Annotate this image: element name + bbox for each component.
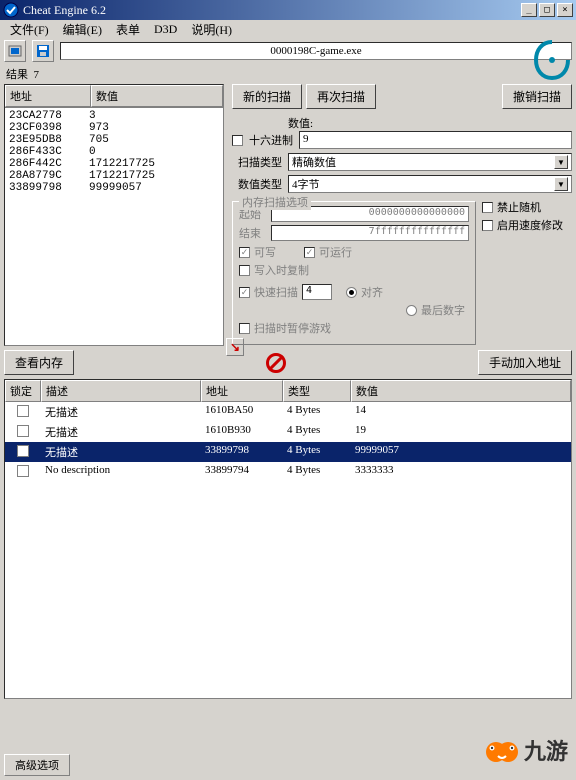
add-to-list-button[interactable]: ↘ [226, 338, 244, 356]
pause-checkbox[interactable] [239, 323, 250, 334]
table-row[interactable]: 无描述 1610BA50 4 Bytes 14 [5, 402, 571, 422]
prohibit-icon[interactable] [266, 353, 286, 373]
process-name: 0000198C-game.exe [60, 42, 572, 60]
table-row[interactable]: No description 33899794 4 Bytes 3333333 [5, 462, 571, 480]
save-button[interactable] [32, 40, 54, 62]
lock-checkbox[interactable] [17, 465, 29, 477]
no-random-checkbox[interactable] [482, 202, 493, 213]
fast-scan-checkbox[interactable]: ✓ [239, 287, 250, 298]
menu-edit[interactable]: 编辑(E) [57, 20, 108, 39]
found-row[interactable]: 23E95DB8705 [5, 134, 223, 146]
col-type[interactable]: 类型 [283, 380, 351, 402]
found-row[interactable]: 28A8779C1712217725 [5, 170, 223, 182]
open-process-button[interactable] [4, 40, 26, 62]
menubar: 文件(F) 编辑(E) 表单 D3D 说明(H) [0, 20, 576, 38]
chevron-down-icon: ▼ [554, 155, 568, 169]
lock-checkbox[interactable] [17, 405, 29, 417]
end-input[interactable]: 7fffffffffffffff [271, 225, 469, 241]
hex-checkbox[interactable] [232, 135, 243, 146]
close-button[interactable]: × [557, 3, 573, 17]
jiuyou-logo-icon [484, 732, 520, 768]
advanced-options-button[interactable]: 高级选项 [4, 754, 70, 776]
col-value[interactable]: 数值 [91, 85, 223, 107]
scan-type-select[interactable]: 精确数值▼ [288, 153, 572, 171]
toolbar: 0000198C-game.exe [0, 38, 576, 64]
chevron-down-icon: ▼ [554, 177, 568, 191]
maximize-button[interactable]: □ [539, 3, 555, 17]
col-address[interactable]: 地址 [5, 85, 91, 107]
end-label: 结束 [239, 225, 267, 241]
menu-d3d[interactable]: D3D [148, 21, 183, 38]
view-memory-button[interactable]: 查看内存 [4, 350, 74, 375]
found-row[interactable]: 23CA27783 [5, 110, 223, 122]
executable-checkbox[interactable]: ✓ [304, 247, 315, 258]
lock-checkbox[interactable] [17, 445, 29, 457]
table-row[interactable]: 无描述 1610B930 4 Bytes 19 [5, 422, 571, 442]
value-type-select[interactable]: 4字节▼ [288, 175, 572, 193]
table-row[interactable]: 无描述 33899798 4 Bytes 99999057 [5, 442, 571, 462]
new-scan-button[interactable]: 新的扫描 [232, 84, 302, 109]
found-row[interactable]: 23CF0398973 [5, 122, 223, 134]
value-label: 数值: [288, 115, 313, 131]
next-scan-button[interactable]: 再次扫描 [306, 84, 376, 109]
found-row[interactable]: 286F433C0 [5, 146, 223, 158]
cheat-engine-logo-icon [532, 38, 572, 82]
value-input[interactable]: 9 [299, 131, 572, 149]
fast-scan-input[interactable]: 4 [302, 284, 332, 300]
col-lock[interactable]: 锁定 [5, 380, 41, 402]
add-manual-button[interactable]: 手动加入地址 [478, 350, 572, 375]
hex-label: 十六进制 [249, 132, 293, 148]
found-row[interactable]: 3389979899999057 [5, 182, 223, 194]
titlebar: Cheat Engine 6.2 _ □ × [0, 0, 576, 20]
address-table[interactable]: 锁定 描述 地址 类型 数值 无描述 1610BA50 4 Bytes 14 无… [4, 379, 572, 699]
menu-table[interactable]: 表单 [110, 20, 146, 39]
scan-type-label: 扫描类型 [232, 154, 282, 170]
lock-checkbox[interactable] [17, 425, 29, 437]
found-list[interactable]: 地址 数值 23CA2778323CF039897323E95DB8705286… [4, 84, 224, 346]
app-icon [3, 2, 19, 18]
col-addr[interactable]: 地址 [201, 380, 283, 402]
col-desc[interactable]: 描述 [41, 380, 201, 402]
col-val[interactable]: 数值 [351, 380, 571, 402]
memory-scan-options: 内存扫描选项 起始 0000000000000000 结束 7fffffffff… [232, 201, 476, 345]
window-title: Cheat Engine 6.2 [23, 3, 521, 18]
cow-checkbox[interactable] [239, 265, 250, 276]
results-label: 结果 7 [0, 64, 576, 84]
speedhack-checkbox[interactable] [482, 220, 493, 231]
menu-help[interactable]: 说明(H) [185, 20, 238, 39]
last-digit-radio[interactable] [406, 305, 417, 316]
found-row[interactable]: 286F442C1712217725 [5, 158, 223, 170]
align-radio[interactable] [346, 287, 357, 298]
minimize-button[interactable]: _ [521, 3, 537, 17]
undo-scan-button[interactable]: 撤销扫描 [502, 84, 572, 109]
writable-checkbox[interactable]: ✓ [239, 247, 250, 258]
value-type-label: 数值类型 [232, 176, 282, 192]
watermark: 九游 [484, 732, 568, 768]
menu-file[interactable]: 文件(F) [4, 20, 55, 39]
